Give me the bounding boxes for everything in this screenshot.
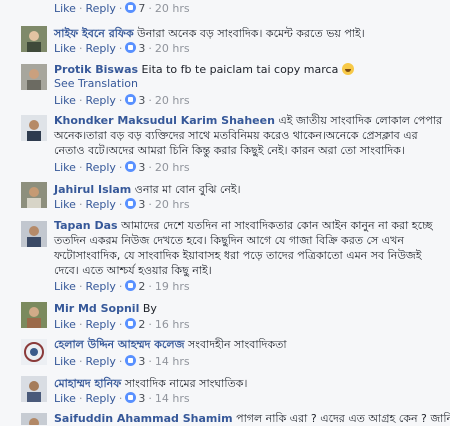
comment-text: Eita to fb te paiclam tai copy marca (138, 63, 339, 76)
avatar[interactable] (21, 376, 47, 402)
like-button[interactable]: Like (54, 355, 76, 368)
like-button[interactable]: Like (54, 318, 76, 331)
comment-text: সংবাদহীন সাংবাদিকতা (184, 338, 287, 351)
reply-button[interactable]: Reply (85, 161, 115, 174)
timestamp[interactable]: 19 hrs (155, 280, 190, 293)
avatar[interactable] (21, 115, 47, 141)
avatar[interactable] (21, 64, 47, 90)
comment-text-line: দেবে। এতে আশ্চর্য হওয়ার কিছু নাই। (54, 264, 212, 277)
author-name[interactable]: সাইফ ইবনে রফিক (54, 27, 134, 40)
avatar[interactable] (21, 182, 47, 208)
comment-actions: Like · Reply · 3 · 20 hrs (54, 42, 190, 55)
timestamp[interactable]: 20 hrs (155, 42, 190, 55)
reply-button[interactable]: Reply (85, 94, 115, 107)
reply-button[interactable]: Reply (85, 392, 115, 405)
comment-actions: Like · Reply · 3 · 20 hrs (54, 161, 190, 174)
reply-button[interactable]: Reply (85, 2, 115, 15)
like-button[interactable]: Like (54, 42, 76, 55)
comment-body: Mir Md Sopnil By (54, 301, 157, 316)
author-name[interactable]: মোহাম্মদ হানিফ (54, 377, 121, 390)
timestamp[interactable]: 20 hrs (155, 161, 190, 174)
comments-panel: Like · Reply · 7 · 20 hrs সাইফ ইবনে রফিক উনারা… (0, 0, 450, 425)
reply-button[interactable]: Reply (85, 42, 115, 55)
laughing-emoji-icon (341, 63, 354, 75)
comment-body: মোহাম্মদ হানিফ সাংবাদিক নামের সাংঘাতিক। (54, 376, 247, 391)
comment-body: Protik Biswas Eita to fb te paiclam tai … (54, 62, 354, 77)
like-icon (125, 42, 137, 53)
timestamp[interactable]: 20 hrs (155, 2, 190, 15)
like-icon (125, 280, 137, 291)
like-icon (125, 318, 137, 329)
comment-text: সাংবাদিক নামের সাংঘাতিক। (121, 377, 248, 390)
reply-button[interactable]: Reply (85, 198, 115, 211)
comment-text-line: আমাদের দেশে যতদিন না সাংবাদিকতার কোন আইন… (117, 219, 433, 232)
like-button[interactable]: Like (54, 161, 76, 174)
like-button[interactable]: Like (54, 94, 76, 107)
comment-actions: Like · Reply · 2 · 19 hrs (54, 280, 190, 293)
comment-text: By (139, 302, 157, 315)
author-name[interactable]: Jahirul Islam (54, 183, 131, 196)
comment-text-line: এই জাতীয় সাংবাদিক লোকাল পেপার (274, 114, 443, 127)
timestamp[interactable]: 14 hrs (155, 392, 190, 405)
avatar[interactable] (21, 221, 47, 247)
comment-body: Saifuddin Ahammad Shamim পাগল নাকি এরা ?… (54, 411, 450, 426)
like-button[interactable]: Like (54, 392, 76, 405)
author-name[interactable]: Protik Biswas (54, 63, 138, 76)
like-icon (125, 392, 137, 403)
comment-actions: Like · Reply · 3 · 20 hrs (54, 198, 190, 211)
comment-actions: Like · Reply · 3 · 14 hrs (54, 355, 190, 368)
like-icon (125, 94, 137, 105)
comment-text: উনারা অনেক বড় সাংবাদিক। কমেন্ট করতে ভয়… (133, 27, 365, 40)
comment-body: সাইফ ইবনে রফিক উনারা অনেক বড় সাংবাদিক। … (54, 26, 365, 41)
comment-text: পাগল নাকি এরা ? এদের এত আগ্রহ কেন ? জানি… (232, 412, 450, 425)
like-icon (125, 161, 137, 172)
comment-text-line: ফটোসাংবাদিক, যে সাংবাদিক ইয়াবাসহ ধরা পড… (54, 249, 422, 262)
avatar[interactable] (21, 339, 47, 365)
reply-button[interactable]: Reply (85, 280, 115, 293)
see-translation-link[interactable]: See Translation (54, 77, 138, 90)
comment-body: Khondker Maksudul Karim Shaheen এই জাতীয… (54, 113, 442, 158)
avatar[interactable] (21, 26, 47, 52)
comment-text: ওনার মা বোন বুঝি নেই। (131, 183, 241, 196)
avatar[interactable] (21, 302, 47, 328)
like-button[interactable]: Like (54, 280, 76, 293)
timestamp[interactable]: 20 hrs (155, 94, 190, 107)
comment-actions: Like · Reply · 7 · 20 hrs (54, 2, 190, 15)
like-icon (125, 198, 137, 209)
author-name[interactable]: Tapan Das (54, 219, 118, 232)
timestamp[interactable]: 16 hrs (155, 318, 190, 331)
comment-actions: Like · Reply · 3 · 20 hrs (54, 94, 190, 107)
timestamp[interactable]: 20 hrs (155, 198, 190, 211)
avatar[interactable] (21, 413, 47, 425)
comment-text-line: নেতাও বটে।অদের আমরা চিনি কিন্তু করার কিছ… (54, 144, 405, 157)
author-name[interactable]: Saifuddin Ahammad Shamim (54, 412, 233, 425)
comment-body: Jahirul Islam ওনার মা বোন বুঝি নেই। (54, 182, 241, 197)
author-name[interactable]: Khondker Maksudul Karim Shaheen (54, 114, 275, 127)
timestamp[interactable]: 14 hrs (155, 355, 190, 368)
comment-actions: Like · Reply · 3 · 14 hrs (54, 392, 190, 405)
like-button[interactable]: Like (54, 2, 76, 15)
comment-body: হেলাল উদ্দিন আহম্মদ কলেজ সংবাদহীন সাংবাদ… (54, 337, 287, 352)
comment-actions: Like · Reply · 2 · 16 hrs (54, 318, 190, 331)
author-name[interactable]: Mir Md Sopnil (54, 302, 139, 315)
like-icon (125, 355, 137, 366)
like-button[interactable]: Like (54, 198, 76, 211)
comment-text-line: ততদিন একরম নিউজ দেখতে হবে। কিছুদিন আগে য… (54, 234, 404, 247)
comment-text-line: অনেক।তারা বড় বড় ব্যক্তিদের সাথে মতবিনি… (54, 129, 418, 142)
reply-button[interactable]: Reply (85, 318, 115, 331)
comment-body: Tapan Das আমাদের দেশে যতদিন না সাংবাদিকত… (54, 218, 432, 278)
reply-button[interactable]: Reply (85, 355, 115, 368)
like-icon (125, 2, 137, 13)
author-name[interactable]: হেলাল উদ্দিন আহম্মদ কলেজ (54, 338, 184, 351)
